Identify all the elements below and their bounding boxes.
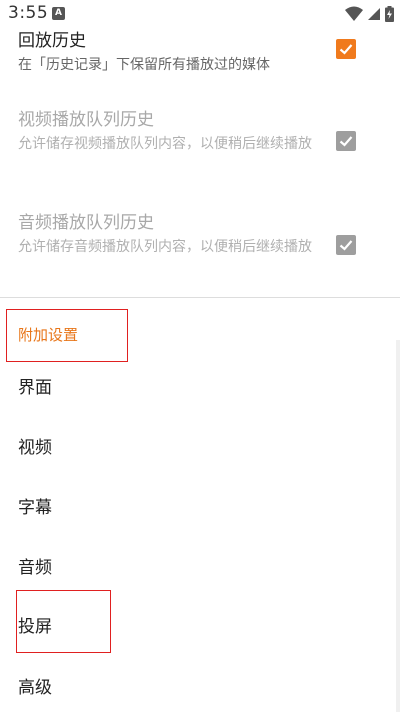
pref-title: 回放历史 <box>18 31 86 51</box>
checkbox-audio-queue-history[interactable] <box>336 235 356 255</box>
nav-item-interface[interactable]: 界面 <box>18 373 52 398</box>
battery-charging-icon <box>385 6 394 22</box>
wifi-icon <box>345 6 363 21</box>
status-bar: 3:55 A <box>0 0 400 28</box>
pref-playback-history[interactable]: 回放历史 在「历史记录」下保留所有播放过的媒体 <box>18 30 318 76</box>
pref-video-queue-history[interactable]: 视频播放队列历史 允许储存视频播放队列内容，以便稍后继续播放 <box>18 109 318 155</box>
notification-app-icon: A <box>52 7 65 20</box>
nav-item-subtitles[interactable]: 字幕 <box>18 493 52 518</box>
pref-title: 音频播放队列历史 <box>18 213 154 233</box>
settings-screen: 3:55 A 回放历史 在「历史记录」下保留所有播放过的媒体 视频播放队列历史 <box>0 0 400 712</box>
cell-signal-icon <box>368 8 380 20</box>
section-divider <box>0 297 400 298</box>
highlight-box-category <box>6 309 128 362</box>
status-icons <box>345 5 394 23</box>
check-icon <box>339 240 353 251</box>
checkbox-video-queue-history[interactable] <box>336 131 356 151</box>
pref-summary: 允许储存音频播放队列内容，以便稍后继续播放 <box>18 239 312 255</box>
pref-title: 视频播放队列历史 <box>18 110 154 130</box>
scrollbar[interactable] <box>396 340 400 712</box>
highlight-box-cast <box>16 590 111 653</box>
nav-item-audio[interactable]: 音频 <box>18 553 52 578</box>
pref-summary: 在「历史记录」下保留所有播放过的媒体 <box>18 57 270 73</box>
check-icon <box>339 44 353 55</box>
status-time: 3:55 <box>8 3 49 23</box>
checkbox-playback-history[interactable] <box>336 39 356 59</box>
pref-summary: 允许储存视频播放队列内容，以便稍后继续播放 <box>18 136 312 152</box>
check-icon <box>339 136 353 147</box>
nav-item-advanced[interactable]: 高级 <box>18 673 52 698</box>
pref-audio-queue-history[interactable]: 音频播放队列历史 允许储存音频播放队列内容，以便稍后继续播放 <box>18 212 318 258</box>
nav-item-video[interactable]: 视频 <box>18 433 52 458</box>
